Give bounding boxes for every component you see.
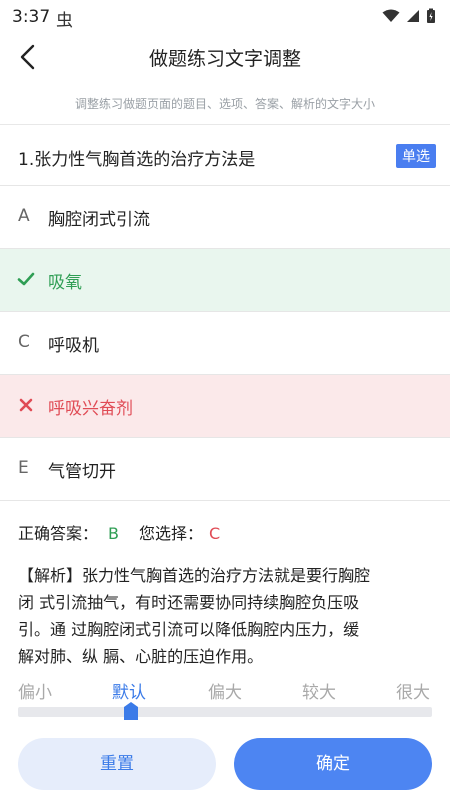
- font-size-option[interactable]: 默认: [112, 678, 146, 703]
- status-bar: 3:37 虫: [0, 0, 450, 34]
- hint-text: 调整练习做题页面的题目、选项、答案、解析的文字大小: [74, 97, 375, 111]
- option-letter: A: [18, 206, 30, 226]
- option-label: 吸氧: [48, 273, 82, 293]
- battery-icon: [427, 8, 435, 23]
- option-label: 呼吸兴奋剂: [48, 399, 133, 419]
- page-title: 做题练习文字调整: [148, 48, 301, 70]
- question-type-badge: 单选: [396, 144, 436, 168]
- question-row: 1.张力性气胸首选的治疗方法是 单选: [0, 125, 450, 186]
- slider-thumb[interactable]: [124, 702, 138, 720]
- status-time: 3:37: [12, 7, 51, 27]
- your-choice-label: 您选择：: [139, 524, 204, 543]
- close-icon: [19, 398, 33, 412]
- analysis-line: 闭 式引流抽气，有时还需要协同持续胸腔负压吸: [18, 593, 360, 612]
- wifi-icon: [382, 9, 400, 22]
- question-text: 1.张力性气胸首选的治疗方法是: [18, 150, 256, 170]
- check-icon: [17, 272, 35, 286]
- confirm-button[interactable]: 确定: [234, 738, 432, 790]
- analysis-line: 引。通 过胸腔闭式引流可以降低胸腔内压力，缓: [18, 620, 360, 639]
- option-d[interactable]: 呼吸兴奋剂: [0, 375, 450, 438]
- option-a[interactable]: A 胸腔闭式引流: [0, 186, 450, 249]
- answer-summary: 正确答案： B 您选择： C: [18, 520, 220, 544]
- status-icons: [382, 8, 436, 24]
- option-letter: E: [18, 458, 29, 478]
- analysis-line: 【解析】张力性气胸首选的治疗方法就是要行胸腔: [18, 566, 371, 585]
- option-label: 气管切开: [48, 462, 116, 482]
- analysis-text: 【解析】张力性气胸首选的治疗方法就是要行胸腔 闭 式引流抽气，有时还需要协同持续…: [18, 562, 432, 670]
- correct-answer-label: 正确答案：: [18, 524, 99, 543]
- your-choice-value: C: [209, 524, 221, 543]
- option-label: 呼吸机: [48, 336, 99, 356]
- font-size-slider[interactable]: [18, 707, 432, 717]
- font-size-option[interactable]: 偏小: [18, 678, 52, 703]
- nav-bar: 做题练习文字调整: [0, 34, 450, 80]
- option-e[interactable]: E 气管切开: [0, 438, 450, 501]
- option-b[interactable]: 吸氧: [0, 249, 450, 312]
- font-size-option[interactable]: 较大: [302, 678, 336, 703]
- font-size-option[interactable]: 偏大: [208, 678, 242, 703]
- correct-answer-value: B: [108, 524, 119, 543]
- reset-button[interactable]: 重置: [18, 738, 216, 790]
- option-label: 胸腔闭式引流: [48, 210, 150, 230]
- app-notification-icon: 虫: [56, 11, 73, 31]
- option-letter: C: [18, 332, 30, 352]
- font-size-option[interactable]: 很大: [396, 678, 430, 703]
- signal-icon: [407, 10, 419, 22]
- option-c[interactable]: C 呼吸机: [0, 312, 450, 375]
- analysis-line: 解对肺、纵 膈、心脏的压迫作用。: [18, 647, 264, 666]
